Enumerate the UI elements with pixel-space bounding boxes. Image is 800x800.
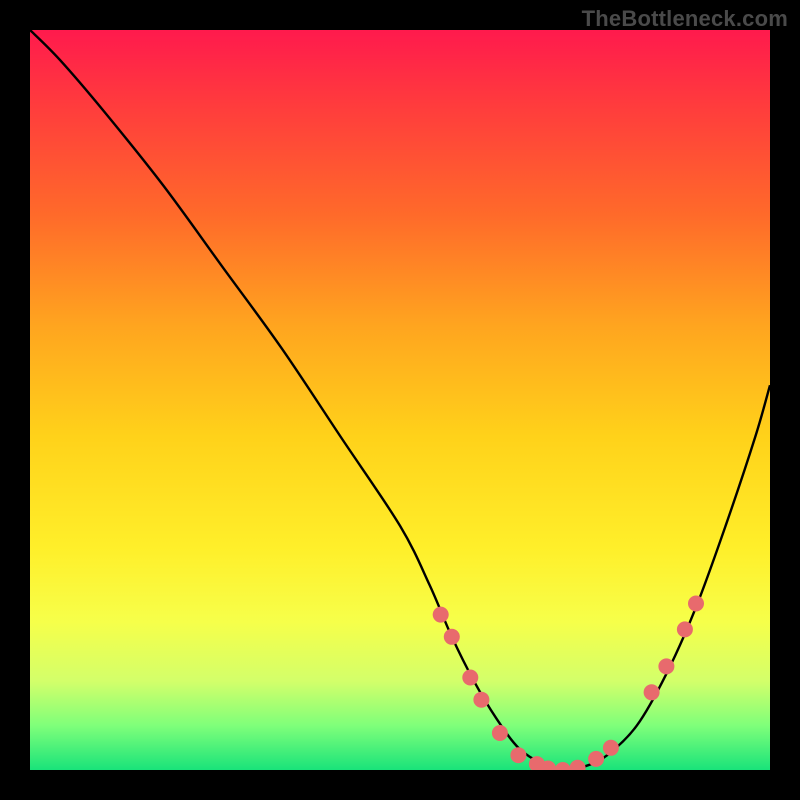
- plot-area: [30, 30, 770, 770]
- chart-frame: TheBottleneck.com: [0, 0, 800, 800]
- watermark-text: TheBottleneck.com: [582, 6, 788, 32]
